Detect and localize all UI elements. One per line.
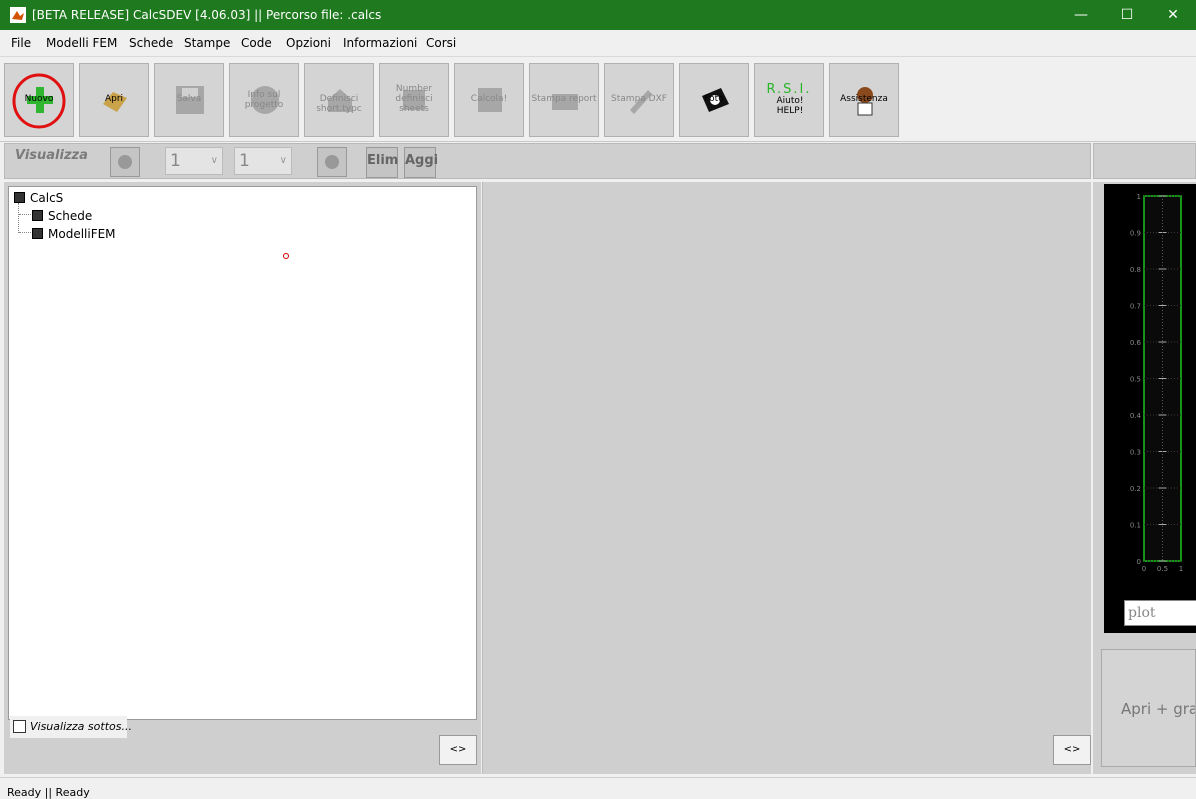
tree-item-label: Schede: [48, 209, 93, 223]
collapse-left-button[interactable]: <>: [439, 735, 477, 765]
x-tick-label: 1: [1179, 565, 1183, 573]
title-bar: [BETA RELEASE] CalcSDEV [4.06.03] || Per…: [0, 0, 1196, 30]
menu-opzioni[interactable]: Opzioni: [286, 36, 331, 50]
sheets-button[interactable]: Number definisci sheets: [379, 63, 449, 137]
colorbar-svg: 1 0.9 0.8 0.7 0.6 0.5 0.4 0.3 0.2 0.1 00 0.5 1: [1130, 193, 1183, 573]
y-tick-label: 0.3: [1130, 449, 1141, 457]
chevron-down-icon: ∨: [279, 155, 287, 166]
calculate-button[interactable]: Calcola!: [454, 63, 524, 137]
tree-connector: [19, 232, 31, 233]
y-tick-label: 0.4: [1130, 412, 1142, 420]
tree-root[interactable]: CalcS: [14, 191, 63, 205]
tree-item-modellifem[interactable]: ModelliFEM: [32, 227, 116, 241]
level-select-1-value: 1: [170, 151, 181, 171]
left-panel: CalcS Schede ModelliFEM Visualizza sotto…: [4, 182, 481, 774]
cube-icon: [14, 192, 25, 203]
y-tick-label: 0.1: [1130, 522, 1141, 530]
menu-schede[interactable]: Schede: [129, 36, 173, 50]
photo-button[interactable]: Foto: [679, 63, 749, 137]
main-view-area[interactable]: <>: [482, 182, 1091, 774]
new-button-label: Nuovo: [24, 94, 54, 104]
menu-corsi[interactable]: Corsi: [426, 36, 456, 50]
delete-button[interactable]: Elim: [366, 147, 398, 178]
show-subtree-checkbox-row[interactable]: Visualizza sottos...: [10, 716, 132, 738]
support-button[interactable]: Assistenza: [829, 63, 899, 137]
save-button[interactable]: Salva: [154, 63, 224, 137]
rsi-badge: R.S.I.: [766, 82, 812, 97]
refresh-button[interactable]: [317, 147, 347, 177]
menu-stampe[interactable]: Stampe: [184, 36, 230, 50]
y-tick-label: 0.7: [1130, 303, 1141, 311]
chevron-down-icon: ∨: [210, 155, 218, 166]
show-subtree-checkbox[interactable]: [13, 720, 26, 733]
define-button-label: Definisci short.typc: [316, 94, 362, 114]
project-info-button[interactable]: Info sul progetto: [229, 63, 299, 137]
tree-item-label: ModelliFEM: [48, 227, 116, 241]
right-panel: 1 0.9 0.8 0.7 0.6 0.5 0.4 0.3 0.2 0.1 0 0 0.5 1 plot …: [1093, 182, 1196, 774]
tree-item-schede[interactable]: Schede: [32, 209, 92, 223]
y-tick-label: 0.6: [1130, 339, 1142, 347]
tree-connector: [19, 214, 31, 215]
close-button[interactable]: ✕: [1150, 0, 1196, 30]
open-graph-button[interactable]: Apri + grafico: [1101, 649, 1196, 767]
print-report-button-label: Stampa report: [531, 94, 597, 104]
print-dxf-button-label: Stampa DXF: [611, 94, 667, 104]
menu-file[interactable]: File: [11, 36, 31, 50]
cube-icon: [32, 228, 43, 239]
sheets-button-label: Number definisci sheets: [395, 84, 433, 114]
cube-icon: [32, 210, 43, 221]
save-button-label: Salva: [176, 94, 202, 104]
level-select-1[interactable]: 1 ∨: [165, 147, 223, 175]
calculate-button-label: Calcola!: [470, 94, 508, 104]
minimize-button[interactable]: —: [1058, 0, 1104, 30]
right-header-panel: [1093, 143, 1196, 179]
menu-informazioni[interactable]: Informazioni: [343, 36, 417, 50]
help-button-label: Aiuto! HELP!: [776, 96, 804, 116]
define-button[interactable]: Definisci short.typc: [304, 63, 374, 137]
new-button[interactable]: Nuovo: [4, 63, 74, 137]
y-tick-label: 0.5: [1130, 376, 1141, 384]
level-select-2[interactable]: 1 ∨: [234, 147, 292, 175]
tree-root-label: CalcS: [30, 191, 64, 205]
maximize-button[interactable]: ☐: [1104, 0, 1150, 30]
open-button[interactable]: Apri: [79, 63, 149, 137]
y-tick-label: 1: [1137, 193, 1141, 201]
project-info-button-label: Info sul progetto: [244, 90, 284, 110]
knob-icon: [118, 155, 132, 169]
plot-input[interactable]: plot: [1124, 600, 1196, 626]
project-tree[interactable]: CalcS Schede ModelliFEM: [8, 186, 477, 720]
window-title: [BETA RELEASE] CalcSDEV [4.06.03] || Per…: [32, 8, 382, 22]
status-text: Ready || Ready: [7, 786, 90, 799]
print-report-button[interactable]: Stampa report: [529, 63, 599, 137]
y-tick-label: 0.2: [1130, 485, 1141, 493]
open-button-label: Apri: [104, 94, 124, 104]
toolbar: Nuovo Apri Salva Info sul progetto Defin…: [0, 57, 1196, 142]
help-button[interactable]: R.S.I. Aiuto! HELP!: [754, 63, 824, 137]
x-tick-label: 0.5: [1157, 565, 1168, 573]
x-tick-label: 0: [1142, 565, 1146, 573]
view-controls: Visualizza 1 ∨ 1 ∨ Elim Aggi: [4, 143, 1091, 179]
y-tick-label: 0.8: [1130, 266, 1141, 274]
open-graph-label: Apri + grafico: [1121, 700, 1196, 718]
knob-icon: [325, 155, 339, 169]
photo-button-label: Foto: [704, 94, 724, 104]
show-subtree-label: Visualizza sottos...: [30, 720, 132, 733]
matlab-app-icon: [10, 7, 26, 23]
collapse-mid-button[interactable]: <>: [1053, 735, 1091, 765]
y-tick-label: 0.9: [1130, 230, 1141, 238]
colorbar-plot: 1 0.9 0.8 0.7 0.6 0.5 0.4 0.3 0.2 0.1 0 0 0.5 1 plot: [1104, 184, 1196, 633]
y-tick-label: 0: [1137, 558, 1141, 566]
tree-connector: [18, 203, 19, 233]
status-bar: Ready || Ready: [0, 777, 1196, 799]
menu-code[interactable]: Code: [241, 36, 272, 50]
print-dxf-button[interactable]: Stampa DXF: [604, 63, 674, 137]
support-button-label: Assistenza: [840, 94, 888, 104]
view-toggle-button[interactable]: [110, 147, 140, 177]
menu-bar: File Modelli FEM Schede Stampe Code Opzi…: [0, 30, 1196, 57]
update-button[interactable]: Aggi: [404, 147, 438, 178]
marker-point-icon: [283, 253, 289, 259]
menu-modelli-fem[interactable]: Modelli FEM: [46, 36, 117, 50]
visualizza-label: Visualizza: [15, 148, 88, 163]
level-select-2-value: 1: [239, 151, 250, 171]
